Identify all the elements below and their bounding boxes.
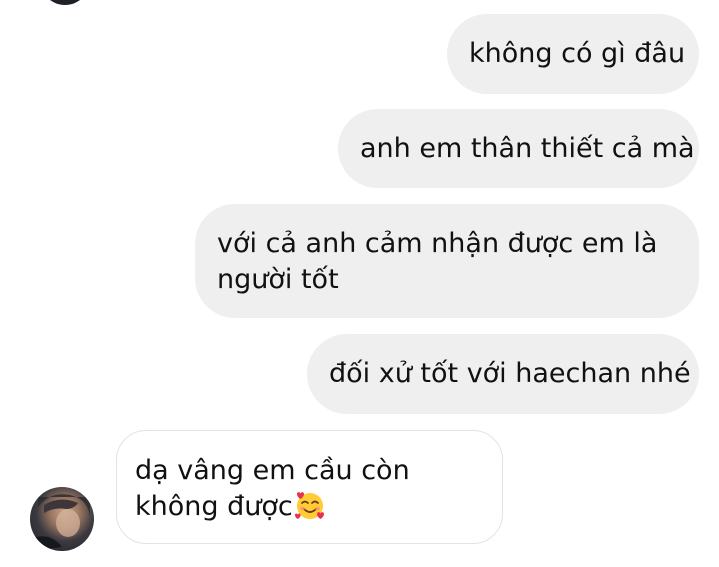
message-bubble-received[interactable]: dạ vâng em cầu còn không được — [116, 430, 503, 544]
message-bubble-sent[interactable]: không có gì đâu — [447, 14, 699, 94]
message-text: không được — [135, 491, 293, 522]
message-text: anh em thân thiết cả mà — [360, 133, 695, 164]
message-text-line-2: người tốt — [217, 264, 339, 295]
message-text-line-1: dạ vâng em cầu còn — [135, 455, 410, 486]
avatar-photo-icon — [30, 494, 90, 551]
message-text-line-2: không được — [135, 489, 482, 525]
smiling-face-with-hearts-icon — [294, 492, 324, 519]
message-text: không có gì đâu — [469, 38, 686, 69]
contact-avatar[interactable] — [30, 487, 94, 551]
message-text: đối xử tốt với haechan nhé — [329, 358, 691, 389]
message-text-line-1: với cả anh cảm nhận được em là — [217, 228, 658, 259]
message-bubble-sent[interactable]: với cả anh cảm nhận được em là người tốt — [195, 204, 699, 318]
message-bubble-sent[interactable]: đối xử tốt với haechan nhé — [307, 334, 699, 414]
message-bubble-sent[interactable]: anh em thân thiết cả mà — [338, 109, 699, 188]
contact-avatar-top[interactable] — [40, 0, 90, 5]
